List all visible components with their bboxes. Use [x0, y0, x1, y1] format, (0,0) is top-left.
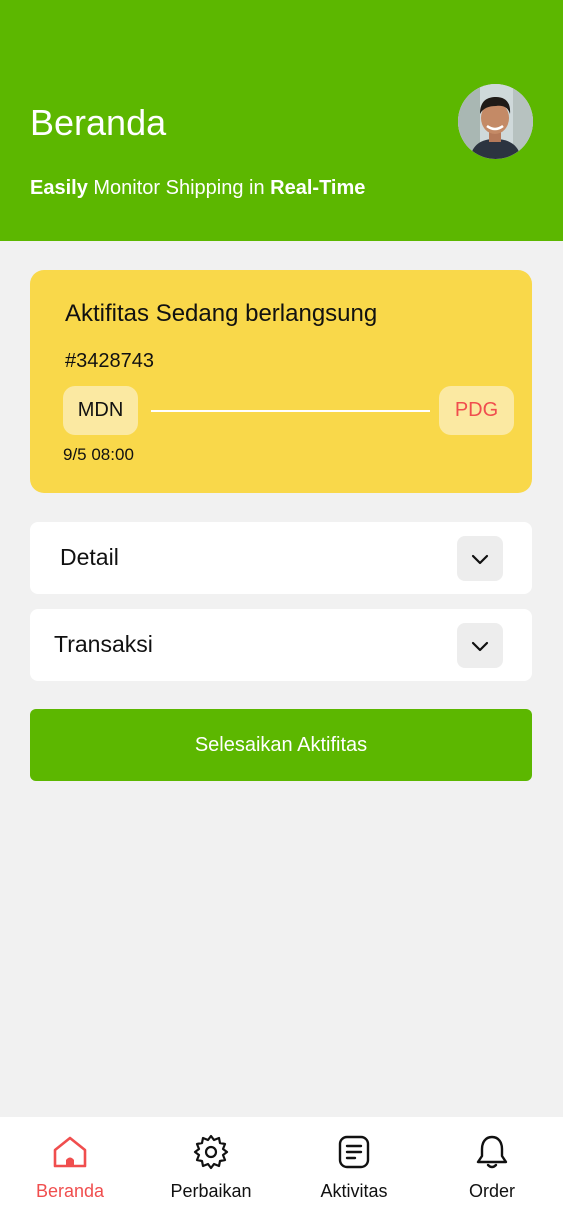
active-activity-card[interactable]: Aktifitas Sedang berlangsung #3428743 MD… — [30, 270, 532, 493]
origin-badge: MDN — [63, 386, 138, 435]
nav-label-beranda: Beranda — [35, 1181, 105, 1201]
header: Beranda Easily Monitor Shipping in Real-… — [0, 0, 563, 241]
chevron-down-icon — [471, 554, 489, 564]
nav-item-perbaikan[interactable]: Perbaikan — [141, 1117, 281, 1219]
route-line — [151, 410, 430, 412]
activity-card-title: Aktifitas Sedang berlangsung — [65, 300, 378, 327]
bottom-nav: Beranda Perbaikan Aktivitas Order — [0, 1117, 563, 1219]
detail-label: Detail — [60, 544, 119, 570]
home-icon — [53, 1136, 87, 1168]
nav-item-aktivitas[interactable]: Aktivitas — [284, 1117, 424, 1219]
order-id: #3428743 — [65, 350, 154, 372]
document-icon — [338, 1135, 370, 1169]
subtitle-bold-easily: Easily — [30, 177, 88, 199]
nav-item-beranda[interactable]: Beranda — [0, 1117, 140, 1219]
page-subtitle: Easily Monitor Shipping in Real-Time — [30, 177, 365, 200]
detail-toggle-button[interactable] — [457, 536, 503, 581]
transaksi-label: Transaksi — [54, 631, 153, 657]
complete-activity-button[interactable]: Selesaikan Aktifitas — [30, 709, 532, 781]
transaksi-accordion[interactable]: Transaksi — [30, 609, 532, 681]
nav-label-perbaikan: Perbaikan — [170, 1181, 252, 1201]
nav-item-order[interactable]: Order — [422, 1117, 562, 1219]
destination-badge: PDG — [439, 386, 514, 435]
bell-icon — [476, 1135, 508, 1169]
nav-label-order: Order — [468, 1181, 515, 1201]
subtitle-text: Monitor Shipping in — [87, 177, 271, 199]
detail-accordion[interactable]: Detail — [30, 522, 532, 594]
chevron-down-icon — [471, 641, 489, 651]
gear-icon — [193, 1134, 229, 1170]
avatar[interactable] — [458, 84, 533, 159]
subtitle-bold-realtime: Real-Time — [270, 177, 366, 199]
activity-time: 9/5 08:00 — [63, 445, 134, 464]
page-title: Beranda — [30, 102, 167, 143]
nav-label-aktivitas: Aktivitas — [320, 1181, 388, 1201]
transaksi-toggle-button[interactable] — [457, 623, 503, 668]
